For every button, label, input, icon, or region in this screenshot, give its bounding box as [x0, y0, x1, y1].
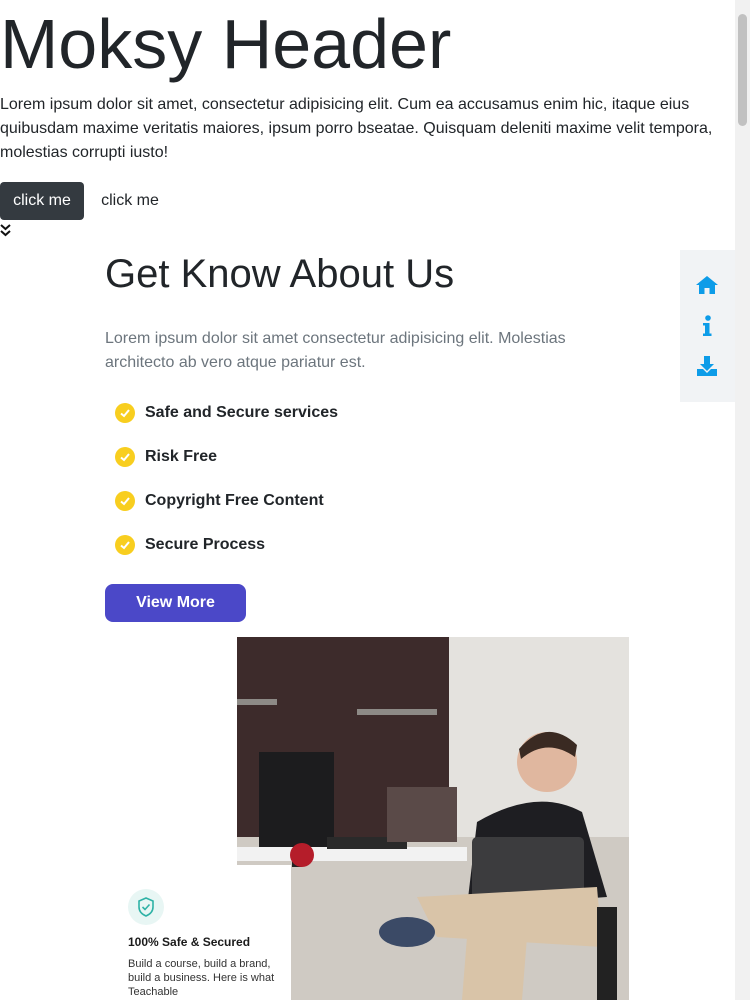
- check-icon: [115, 491, 135, 511]
- feature-label: Risk Free: [145, 448, 218, 465]
- click-me-link-button[interactable]: click me: [88, 182, 172, 220]
- shield-check-icon: [128, 889, 164, 925]
- vertical-scrollbar[interactable]: [735, 0, 750, 1000]
- office-photo-illustration: [237, 637, 629, 1000]
- about-description: Lorem ipsum dolor sit amet consectetur a…: [105, 330, 566, 371]
- feature-item: Risk Free: [115, 446, 338, 468]
- scrollbar-thumb[interactable]: [738, 14, 747, 126]
- feature-item: Safe and Secure services: [115, 402, 338, 424]
- check-icon: [115, 447, 135, 467]
- feature-label: Copyright Free Content: [145, 492, 324, 509]
- check-icon: [115, 403, 135, 423]
- feature-item: Copyright Free Content: [115, 490, 338, 512]
- feature-label: Safe and Secure services: [145, 404, 339, 421]
- page-title: Moksy Header: [0, 5, 452, 83]
- info-icon[interactable]: [695, 314, 719, 338]
- header-description: Lorem ipsum dolor sit amet, consectetur …: [0, 96, 713, 161]
- card-description: Build a course, build a brand, build a b…: [128, 958, 275, 998]
- download-icon[interactable]: [695, 354, 719, 378]
- feature-list: Safe and Secure services Risk Free Copyr…: [115, 402, 338, 578]
- info-card: 100% Safe & Secured Build a course, buil…: [105, 865, 291, 1000]
- double-chevron-down-icon[interactable]: [0, 223, 11, 237]
- card-title: 100% Safe & Secured: [128, 935, 251, 949]
- view-more-button[interactable]: View More: [105, 584, 246, 622]
- check-icon: [115, 535, 135, 555]
- feature-label: Secure Process: [145, 536, 266, 553]
- office-photo: [237, 637, 629, 1000]
- about-title: Get Know About Us: [105, 252, 455, 296]
- floating-side-nav: [680, 250, 735, 402]
- feature-item: Secure Process: [115, 534, 338, 556]
- page: Moksy Header Lorem ipsum dolor sit amet,…: [0, 0, 735, 1000]
- home-icon[interactable]: [695, 273, 719, 297]
- click-me-button[interactable]: click me: [0, 182, 84, 220]
